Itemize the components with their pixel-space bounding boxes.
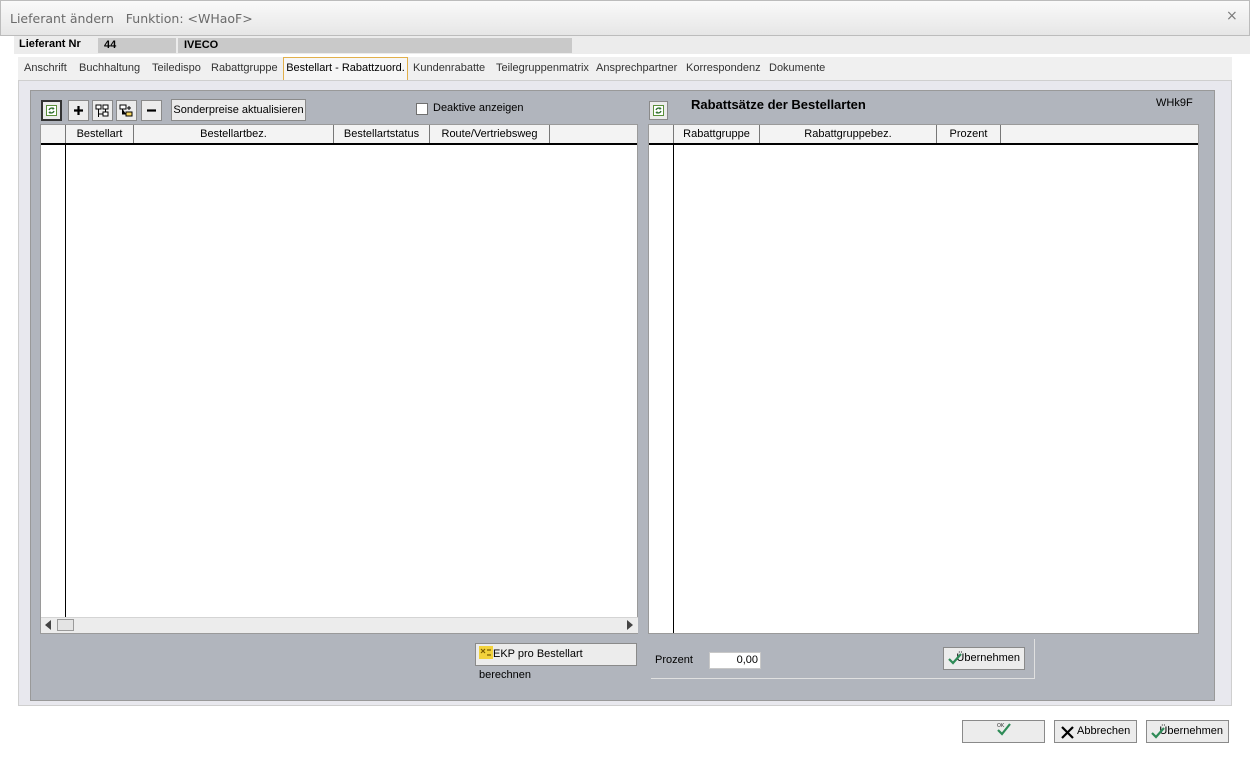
- tab-korrespondenz[interactable]: Korrespondenz: [686, 62, 761, 74]
- right-refresh-button[interactable]: [649, 101, 668, 120]
- tab-buchhaltung[interactable]: Buchhaltung: [79, 62, 140, 74]
- ok-button[interactable]: OK: [962, 720, 1045, 743]
- refresh-button[interactable]: [41, 100, 62, 121]
- deaktive-checkbox[interactable]: [416, 103, 428, 115]
- tab-teilegruppenmatrix[interactable]: Teilegruppenmatrix: [496, 62, 589, 74]
- row-header-divider: [673, 145, 674, 633]
- abbrechen-button[interactable]: Abbrechen: [1054, 720, 1137, 743]
- svg-text:OK: OK: [997, 723, 1005, 729]
- tab-anschrift[interactable]: Anschrift: [24, 62, 67, 74]
- horizontal-scrollbar[interactable]: [41, 617, 638, 633]
- add-button[interactable]: [68, 100, 89, 121]
- ok-check-icon: OK: [997, 723, 1011, 736]
- lieferant-name-field: IVECO: [178, 38, 572, 53]
- window-title: Lieferant ändern Funktion: <WHaoF>: [10, 11, 253, 26]
- bottom-uebernehmen-label: Übernehmen: [1159, 725, 1223, 737]
- tree-edit-button[interactable]: [92, 100, 113, 121]
- uebernehmen-label: Übernehmen: [956, 652, 1020, 664]
- row-header-divider: [65, 145, 66, 617]
- tree-add-button[interactable]: [116, 100, 137, 121]
- grid-header: Rabattgruppe Rabattgruppebez. Prozent: [649, 125, 1198, 145]
- rabatt-uebernehmen-button[interactable]: Übernehmen: [943, 647, 1025, 670]
- close-icon: [1061, 726, 1074, 739]
- abbrechen-label: Abbrechen: [1077, 725, 1131, 737]
- refresh-icon: [46, 105, 57, 116]
- lieferant-nr-field: 44: [98, 38, 176, 53]
- deaktive-label: Deaktive anzeigen: [433, 102, 524, 114]
- tree-edit-icon: [95, 104, 109, 117]
- check-icon: [948, 653, 962, 665]
- col-route-vertriebsweg[interactable]: Route/Vertriebsweg: [430, 125, 550, 143]
- row-header-corner: [41, 125, 66, 143]
- tab-dokumente[interactable]: Dokumente: [769, 62, 825, 74]
- col-bestellartbez[interactable]: Bestellartbez.: [134, 125, 334, 143]
- rabattsaetze-title: Rabattsätze der Bestellarten: [691, 97, 866, 112]
- scroll-left-icon[interactable]: [45, 620, 52, 633]
- col-rabattgruppe[interactable]: Rabattgruppe: [674, 125, 760, 143]
- tab-rabattgruppe[interactable]: Rabattgruppe: [211, 62, 278, 74]
- grid-header: Bestellart Bestellartbez. Bestellartstat…: [41, 125, 637, 145]
- minus-icon: [147, 109, 156, 112]
- rabattsaetze-grid[interactable]: Rabattgruppe Rabattgruppebez. Prozent: [648, 124, 1199, 634]
- col-bestellart[interactable]: Bestellart: [66, 125, 134, 143]
- ekp-berechnen-button[interactable]: EKP pro Bestellart berechnen: [475, 643, 637, 681]
- prozent-label: Prozent: [655, 654, 693, 666]
- uebernehmen-button[interactable]: Übernehmen: [1146, 720, 1229, 743]
- lieferant-nr-label: Lieferant Nr: [19, 38, 81, 50]
- col-prozent[interactable]: Prozent: [937, 125, 1001, 143]
- tab-kundenrabatte[interactable]: Kundenrabatte: [413, 62, 485, 74]
- plus-icon: [74, 106, 83, 115]
- tab-ansprechpartner[interactable]: Ansprechpartner: [596, 62, 677, 74]
- scrollbar-thumb[interactable]: [57, 619, 74, 631]
- calculator-icon: [479, 646, 493, 659]
- tab-bestellart-rabattzuord[interactable]: Bestellart - Rabattzuord.: [283, 57, 408, 82]
- row-header-corner: [649, 125, 674, 143]
- function-code: WHk9F: [1156, 97, 1193, 109]
- tab-teiledispo[interactable]: Teiledispo: [152, 62, 201, 74]
- col-bestellartstatus[interactable]: Bestellartstatus: [334, 125, 430, 143]
- close-icon[interactable]: ×: [1226, 8, 1238, 24]
- tree-add-icon: [119, 104, 133, 116]
- bestellart-grid[interactable]: Bestellart Bestellartbez. Bestellartstat…: [40, 124, 638, 634]
- sonderpreise-button[interactable]: Sonderpreise aktualisieren: [171, 99, 306, 121]
- col-rabattgruppebez[interactable]: Rabattgruppebez.: [760, 125, 937, 143]
- remove-button[interactable]: [141, 100, 162, 121]
- check-icon: [1151, 727, 1165, 739]
- prozent-input[interactable]: 0,00: [709, 652, 761, 669]
- scroll-right-icon[interactable]: [626, 620, 633, 633]
- refresh-icon: [653, 105, 664, 116]
